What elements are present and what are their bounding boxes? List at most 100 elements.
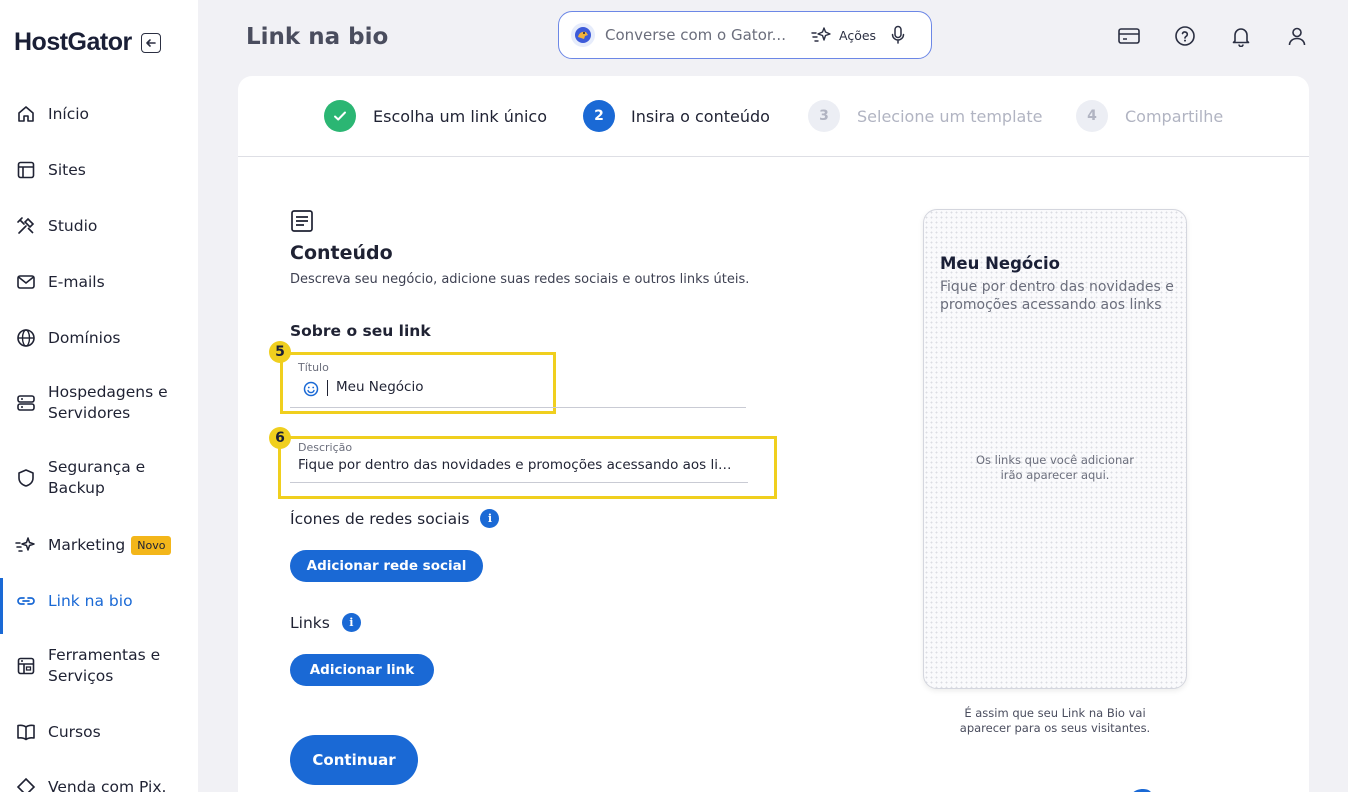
step-marker-6: 6 xyxy=(269,427,291,449)
sidebar-item-label: Sites xyxy=(48,160,86,179)
description-input[interactable]: Fique por dentro das novidades e promoçõ… xyxy=(298,457,740,473)
sidebar-item-label: Marketing xyxy=(48,535,126,554)
decorative-cloud-icon xyxy=(1133,789,1151,792)
sidebar-item-hospedagens[interactable]: Hospedagens e Servidores xyxy=(0,382,198,424)
step-label: Escolha um link único xyxy=(373,106,548,126)
sidebar-item-label: Início xyxy=(48,104,90,123)
sparkle-icon xyxy=(15,534,37,556)
sidebar-item-label: Link na bio xyxy=(48,591,133,610)
content-card: Escolha um link único 2 Insira o conteúd… xyxy=(238,76,1309,792)
sparkle-icon xyxy=(811,27,831,42)
step-2[interactable]: 2 Insira o conteúdo xyxy=(583,100,770,132)
layout-icon xyxy=(15,159,37,181)
title-field-underline xyxy=(290,407,746,408)
sidebar-item-ferramentas[interactable]: Ferramentas e Serviços xyxy=(0,645,198,687)
sidebar-item-cursos[interactable]: Cursos xyxy=(0,721,198,743)
stepper: Escolha um link único 2 Insira o conteúd… xyxy=(238,76,1309,157)
about-link-heading: Sobre o seu link xyxy=(290,322,431,340)
step-label: Selecione um template xyxy=(857,106,1043,126)
arrow-left-icon xyxy=(145,38,156,47)
add-social-button[interactable]: Adicionar rede social xyxy=(290,550,483,582)
step-number: 4 xyxy=(1076,100,1108,132)
description-field-underline xyxy=(290,482,748,483)
sidebar-item-marketing[interactable]: Marketing Novo xyxy=(0,534,198,556)
user-icon xyxy=(1288,27,1306,46)
link-icon xyxy=(15,590,37,612)
title-input[interactable]: Meu Negócio xyxy=(336,379,536,395)
preview-title: Meu Negócio xyxy=(940,254,1061,273)
microphone-icon xyxy=(891,25,905,44)
server-icon xyxy=(15,392,37,414)
tools-icon xyxy=(15,215,37,237)
sidebar-item-label: Cursos xyxy=(48,722,101,741)
help-icon xyxy=(1175,26,1195,46)
step-1[interactable]: Escolha um link único xyxy=(324,100,547,132)
acoes-button[interactable]: Ações xyxy=(811,26,876,44)
preview-caption: É assim que seu Link na Bio vai aparecer… xyxy=(959,706,1151,735)
description-field-label: Descrição xyxy=(298,441,353,454)
sidebar-item-sites[interactable]: Sites xyxy=(0,159,198,181)
info-icon[interactable]: i xyxy=(480,509,500,528)
links-title: Links xyxy=(290,613,330,632)
logo-row: HostGator xyxy=(14,28,161,57)
document-icon xyxy=(290,209,314,237)
globe-icon xyxy=(15,327,37,349)
sidebar-item-label: E-mails xyxy=(48,272,105,291)
link-bio-preview: Meu Negócio Fique por dentro das novidad… xyxy=(923,209,1187,689)
credit-card-icon xyxy=(1118,28,1140,44)
links-heading: Links i xyxy=(290,613,361,632)
step-number: 3 xyxy=(808,100,840,132)
sidebar-item-dominios[interactable]: Domínios xyxy=(0,327,198,349)
sidebar-item-label: Domínios xyxy=(48,328,121,347)
sidebar-item-inicio[interactable]: Início xyxy=(0,103,198,125)
social-icons-title: Ícones de redes sociais xyxy=(290,509,470,528)
preview-description: Fique por dentro das novidades e promoçõ… xyxy=(940,279,1174,313)
social-icons-heading: Ícones de redes sociais i xyxy=(290,509,500,528)
home-icon xyxy=(15,103,37,125)
notifications-button[interactable] xyxy=(1229,24,1253,48)
new-badge: Novo xyxy=(131,535,172,555)
step-marker-5: 5 xyxy=(269,341,291,363)
step-3: 3 Selecione um template xyxy=(808,100,1042,132)
help-button[interactable] xyxy=(1173,24,1197,48)
sidebar-item-emails[interactable]: E-mails xyxy=(0,271,198,293)
content-subtitle: Descreva seu negócio, adicione suas rede… xyxy=(290,272,750,287)
sidebar-item-link-na-bio[interactable]: Link na bio xyxy=(0,578,198,634)
emoji-icon[interactable] xyxy=(303,381,319,401)
step-4: 4 Compartilhe xyxy=(1076,100,1223,132)
sidebar-item-label: Hospedagens e Servidores xyxy=(48,383,168,422)
sidebar-item-pix[interactable]: Venda com Pix. xyxy=(0,776,198,792)
sidebar-item-label: Venda com Pix. xyxy=(48,777,167,792)
gator-chat-search[interactable]: Converse com o Gator... Ações xyxy=(558,11,932,59)
step-number: 2 xyxy=(583,100,615,132)
add-link-button[interactable]: Adicionar link xyxy=(290,654,434,686)
hostgator-logo[interactable]: HostGator xyxy=(14,28,132,57)
step-label: Insira o conteúdo xyxy=(631,106,770,126)
account-button[interactable] xyxy=(1285,24,1309,48)
mail-icon xyxy=(15,271,37,293)
sidebar-item-studio[interactable]: Studio xyxy=(0,215,198,237)
bell-icon xyxy=(1232,28,1250,47)
microphone-button[interactable] xyxy=(890,25,906,45)
content-heading: Conteúdo xyxy=(290,242,393,264)
sidebar-item-label: Segurança e Backup xyxy=(48,458,146,497)
book-icon xyxy=(15,721,37,743)
continue-button[interactable]: Continuar xyxy=(290,735,418,785)
step-label: Compartilhe xyxy=(1125,106,1224,126)
acoes-label: Ações xyxy=(839,27,877,43)
page-title: Link na bio xyxy=(246,24,389,50)
sidebar-item-label: Studio xyxy=(48,216,98,235)
billing-button[interactable] xyxy=(1117,24,1141,48)
step-done-check-icon xyxy=(324,100,356,132)
toolbox-icon xyxy=(15,655,37,677)
sidebar-item-seguranca[interactable]: Segurança e Backup xyxy=(0,457,198,499)
preview-empty-state: Os links que você adicionar irão aparece… xyxy=(975,453,1135,482)
info-icon[interactable]: i xyxy=(341,613,361,632)
sidebar-item-label: Ferramentas e Serviços xyxy=(48,646,161,685)
title-field-label: Título xyxy=(298,361,329,374)
collapse-sidebar-button[interactable] xyxy=(140,32,161,53)
search-input[interactable]: Converse com o Gator... xyxy=(605,26,793,44)
gator-avatar-icon xyxy=(571,23,595,47)
text-caret xyxy=(327,380,328,396)
sidebar: HostGator Início Sites Studio E-mails Do… xyxy=(0,0,198,792)
